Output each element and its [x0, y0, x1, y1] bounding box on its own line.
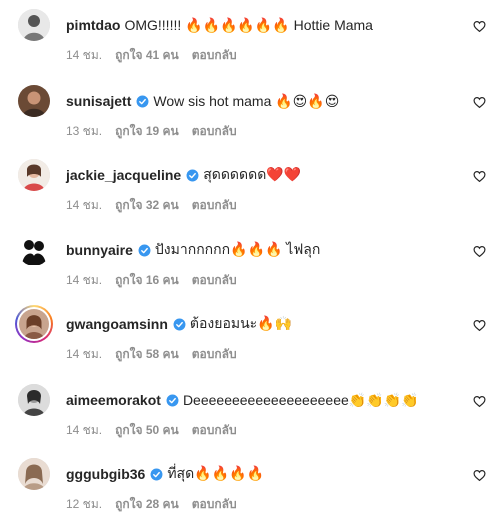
avatar-image [18, 458, 50, 490]
like-count[interactable]: ถูกใจ 19 คน [115, 122, 179, 141]
avatar-image [18, 384, 50, 416]
comment-item: jackie_jacqueline สุดดดดดด❤️❤️ 14 ชม. ถู… [0, 159, 499, 233]
username[interactable]: jackie_jacqueline [66, 167, 181, 183]
comment-text: OMG!!!!!! 🔥🔥🔥🔥🔥🔥 Hottie Mama [124, 16, 373, 33]
username[interactable]: gggubgib36 [66, 466, 145, 482]
reply-button[interactable]: ตอบกลับ [192, 421, 237, 440]
comment-text: ที่สุด🔥🔥🔥🔥 [167, 465, 264, 481]
heart-icon[interactable] [473, 20, 486, 33]
reply-button[interactable]: ตอบกลับ [192, 196, 237, 215]
avatar-image [18, 159, 50, 191]
comment-line: bunnyaire ปังมากกกกก🔥🔥🔥 ไฟลุก [66, 241, 320, 259]
username[interactable]: pimtdao [66, 17, 120, 33]
avatar[interactable] [18, 9, 50, 41]
comment-meta: 14 ชม. ถูกใจ 50 คน ตอบกลับ [66, 421, 237, 440]
heart-icon[interactable] [473, 469, 486, 482]
comment-text: ต้องยอมนะ🔥🙌 [189, 315, 293, 331]
verified-badge-icon [150, 468, 163, 481]
comment-meta: 14 ชม. ถูกใจ 41 คน ตอบกลับ [66, 46, 237, 65]
heart-icon[interactable] [473, 96, 486, 109]
like-count[interactable]: ถูกใจ 41 คน [115, 46, 179, 65]
heart-icon[interactable] [473, 319, 486, 332]
reply-button[interactable]: ตอบกลับ [192, 495, 237, 514]
verified-badge-icon [136, 95, 149, 108]
avatar[interactable] [18, 458, 50, 490]
username[interactable]: aimeemorakot [66, 392, 161, 408]
comment-meta: 14 ชม. ถูกใจ 58 คน ตอบกลับ [66, 345, 237, 364]
reply-button[interactable]: ตอบกลับ [192, 122, 237, 141]
avatar[interactable] [18, 234, 50, 266]
like-count[interactable]: ถูกใจ 58 คน [115, 345, 179, 364]
heart-icon[interactable] [473, 395, 486, 408]
verified-badge-icon [173, 318, 186, 331]
comment-line: jackie_jacqueline สุดดดดดด❤️❤️ [66, 166, 301, 184]
comment-time: 14 ชม. [66, 347, 103, 361]
comment-time: 13 ชม. [66, 124, 103, 138]
like-count[interactable]: ถูกใจ 32 คน [115, 196, 179, 215]
avatar-image [18, 234, 50, 266]
comment-meta: 14 ชม. ถูกใจ 32 คน ตอบกลับ [66, 196, 237, 215]
comment-text: ปังมากกกกก🔥🔥🔥 ไฟลุก [154, 241, 321, 257]
comment-text: Wow sis hot mama 🔥😍🔥😍 [153, 92, 340, 109]
avatar[interactable] [15, 305, 53, 343]
comment-time: 14 ชม. [66, 423, 103, 437]
comment-time: 12 ชม. [66, 497, 103, 511]
avatar[interactable] [18, 384, 50, 416]
reply-button[interactable]: ตอบกลับ [192, 46, 237, 65]
avatar-image [19, 309, 49, 339]
comment-meta: 14 ชม. ถูกใจ 16 คน ตอบกลับ [66, 271, 237, 290]
comment-line: aimeemorakot Deeeeeeeeeeeeeeeeeeee👏👏👏👏 [66, 391, 419, 409]
comment-time: 14 ชม. [66, 198, 103, 212]
reply-button[interactable]: ตอบกลับ [192, 345, 237, 364]
avatar[interactable] [18, 85, 50, 117]
username[interactable]: bunnyaire [66, 242, 133, 258]
comment-time: 14 ชม. [66, 48, 103, 62]
comment-line: gwangoamsinn ต้องยอมนะ🔥🙌 [66, 315, 292, 333]
comment-item: aimeemorakot Deeeeeeeeeeeeeeeeeeee👏👏👏👏 1… [0, 384, 499, 458]
avatar[interactable] [18, 159, 50, 191]
verified-badge-icon [166, 394, 179, 407]
heart-icon[interactable] [473, 245, 486, 258]
comment-item: bunnyaire ปังมากกกกก🔥🔥🔥 ไฟลุก 14 ชม. ถูก… [0, 234, 499, 308]
reply-button[interactable]: ตอบกลับ [192, 271, 237, 290]
like-count[interactable]: ถูกใจ 16 คน [115, 271, 179, 290]
comment-line: gggubgib36 ที่สุด🔥🔥🔥🔥 [66, 465, 264, 483]
comment-meta: 13 ชม. ถูกใจ 19 คน ตอบกลับ [66, 122, 237, 141]
avatar-image [18, 9, 50, 41]
username[interactable]: gwangoamsinn [66, 316, 168, 332]
comment-item: sunisajett Wow sis hot mama 🔥😍🔥😍 13 ชม. … [0, 85, 499, 159]
verified-badge-icon [138, 244, 151, 257]
comment-line: pimtdao OMG!!!!!! 🔥🔥🔥🔥🔥🔥 Hottie Mama [66, 16, 373, 34]
like-count[interactable]: ถูกใจ 50 คน [115, 421, 179, 440]
comment-time: 14 ชม. [66, 273, 103, 287]
comment-meta: 12 ชม. ถูกใจ 28 คน ตอบกลับ [66, 495, 237, 514]
heart-icon[interactable] [473, 170, 486, 183]
avatar-story-ring [17, 307, 51, 341]
username[interactable]: sunisajett [66, 93, 131, 109]
like-count[interactable]: ถูกใจ 28 คน [115, 495, 179, 514]
comment-text: Deeeeeeeeeeeeeeeeeeee👏👏👏👏 [182, 391, 419, 408]
avatar-image [18, 85, 50, 117]
comment-item: gwangoamsinn ต้องยอมนะ🔥🙌 14 ชม. ถูกใจ 58… [0, 305, 499, 382]
comment-item: pimtdao OMG!!!!!! 🔥🔥🔥🔥🔥🔥 Hottie Mama 14 … [0, 9, 499, 83]
comment-line: sunisajett Wow sis hot mama 🔥😍🔥😍 [66, 92, 339, 110]
verified-badge-icon [186, 169, 199, 182]
comment-text: สุดดดดดด❤️❤️ [203, 166, 302, 182]
